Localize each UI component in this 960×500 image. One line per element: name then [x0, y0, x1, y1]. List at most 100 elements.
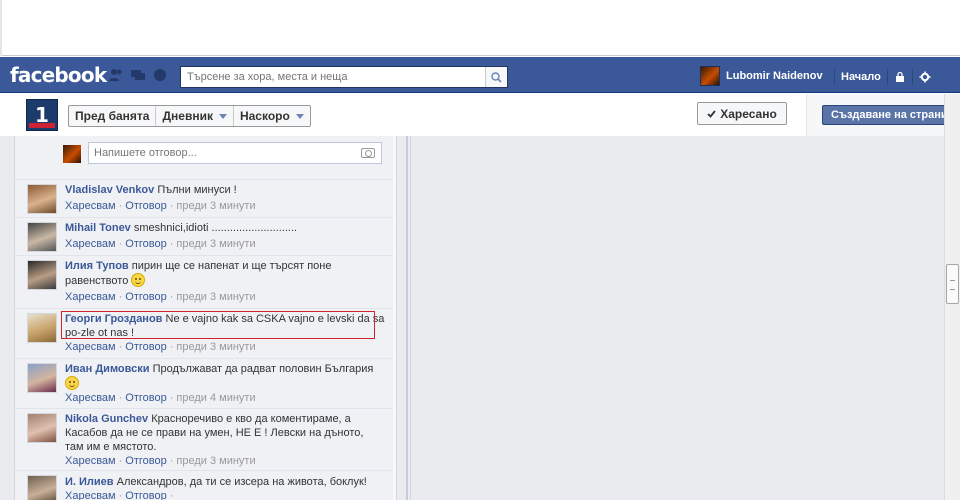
reply-link[interactable]: Отговор [125, 490, 166, 500]
comment-timestamp[interactable]: преди 3 минути [176, 291, 255, 303]
home-link[interactable]: Начало [841, 71, 881, 83]
user-avatar [700, 66, 720, 86]
avatar[interactable] [27, 260, 57, 290]
comment-timestamp[interactable]: преди 3 минути [176, 200, 255, 212]
page-tab-group: Пред банята Дневник Наскоро [68, 105, 311, 127]
comment-body: И. Илиев Александров, да ти се изсера на… [65, 475, 385, 489]
create-page-button[interactable]: Създаване на страница [822, 105, 960, 125]
comment-author[interactable]: И. Илиев [65, 476, 114, 488]
comment-author[interactable]: Nikola Gunchev [65, 413, 148, 425]
comment-author[interactable]: Vladislav Venkov [65, 184, 154, 196]
reply-link[interactable]: Отговор [125, 238, 166, 250]
tab-label: Пред банята [75, 109, 150, 123]
reply-input[interactable]: Напишете отговор... [88, 142, 382, 164]
facebook-logo[interactable]: facebook [10, 63, 107, 87]
like-link[interactable]: Харесвам [65, 490, 116, 500]
chevron-down-icon [218, 113, 227, 119]
avatar[interactable] [27, 413, 57, 443]
search-input[interactable] [181, 67, 485, 87]
page-logo-stripe [29, 123, 55, 128]
smiley-emoticon-icon [65, 376, 79, 390]
comment-meta: Харесвам · Отговор · [65, 490, 174, 500]
comment-meta: Харесвам · Отговор · преди 3 минути [65, 291, 256, 303]
list-item: Mihail Tonev smeshnici,idioti ..........… [15, 217, 393, 255]
search-icon [491, 71, 502, 83]
comment-meta: Харесвам · Отговор · преди 3 минути [65, 455, 256, 467]
comment-timestamp[interactable]: преди 3 минути [176, 238, 255, 250]
like-link[interactable]: Харесвам [65, 455, 116, 467]
avatar[interactable] [27, 222, 57, 252]
settings-gear-icon[interactable] [919, 71, 931, 83]
tab-label: Наскоро [239, 109, 290, 123]
list-item: Vladislav Venkov Пълни минуси ! Харесвам… [15, 179, 393, 217]
timeline-right-column [410, 136, 944, 500]
user-name: Lubomir Naidenov [726, 70, 823, 82]
tab-label: Дневник [162, 109, 213, 123]
reply-link[interactable]: Отговор [125, 291, 166, 303]
friend-requests-icon[interactable] [108, 68, 124, 82]
comment-meta: Харесвам · Отговор · преди 3 минути [65, 200, 256, 212]
camera-icon[interactable] [361, 148, 375, 158]
like-link[interactable]: Харесвам [65, 392, 116, 404]
liked-button[interactable]: Харесано [697, 102, 787, 125]
top-nav: Начало [828, 66, 931, 88]
notifications-globe-icon[interactable] [152, 68, 168, 82]
reply-link[interactable]: Отговор [125, 392, 166, 404]
like-link[interactable]: Харесвам [65, 291, 116, 303]
reply-link[interactable]: Отговор [125, 455, 166, 467]
page-logo[interactable]: 1 [26, 99, 58, 131]
comment-meta: Харесвам · Отговор · преди 4 минути [65, 392, 256, 404]
comment-author[interactable]: Mihail Tonev [65, 222, 131, 234]
window-top-area [0, 0, 960, 56]
comment-timestamp[interactable]: преди 3 минути [176, 341, 255, 353]
messages-icon[interactable] [130, 68, 146, 82]
comment-body: Иван Димовски Продължават да радват поло… [65, 362, 385, 391]
comment-author[interactable]: Иван Димовски [65, 363, 150, 375]
avatar[interactable] [27, 184, 57, 214]
user-profile-link[interactable]: Lubomir Naidenov [700, 66, 823, 86]
timeline-spine [406, 136, 408, 500]
chevron-down-icon [295, 113, 304, 119]
comment-body: Nikola Gunchev Красноречиво е кво да ком… [65, 412, 385, 454]
like-link[interactable]: Харесвам [65, 238, 116, 250]
comment-body: Mihail Tonev smeshnici,idioti ..........… [65, 221, 385, 235]
nav-divider [886, 69, 888, 85]
avatar[interactable] [27, 475, 57, 500]
privacy-lock-icon[interactable] [894, 71, 906, 83]
reply-placeholder: Напишете отговор... [94, 147, 197, 159]
like-link[interactable]: Харесвам [65, 200, 116, 212]
search-button[interactable] [485, 67, 507, 87]
nav-divider [834, 69, 835, 85]
avatar [63, 145, 81, 163]
comment-author[interactable]: Илия Тупов [65, 260, 129, 272]
comment-meta: Харесвам · Отговор · преди 3 минути [65, 341, 256, 353]
tab-timeline[interactable]: Дневник [156, 106, 234, 126]
list-item: Илия Тупов пирин ще се напенат и ще търс… [15, 255, 393, 308]
tab-recent[interactable]: Наскоро [234, 106, 310, 126]
comment-text: smeshnici,idioti .......................… [133, 222, 298, 234]
comment-text: Пълни минуси ! [157, 184, 237, 196]
reply-link[interactable]: Отговор [125, 200, 166, 212]
smiley-emoticon-icon [131, 273, 146, 287]
list-item: И. Илиев Александров, да ти се изсера на… [15, 470, 393, 500]
checkmark-icon [707, 109, 716, 118]
highlight-box [61, 311, 375, 339]
window-edge [0, 0, 2, 56]
comment-meta: Харесвам · Отговор · преди 3 минути [65, 238, 256, 250]
comment-timestamp[interactable]: преди 3 минути [176, 455, 255, 467]
comment-text: Александров, да ти се изсера на живота, … [116, 476, 367, 488]
like-link[interactable]: Харесвам [65, 341, 116, 353]
tab-page-name[interactable]: Пред банята [69, 106, 157, 126]
comment-body: Vladislav Venkov Пълни минуси ! [65, 183, 385, 197]
list-item: Nikola Gunchev Красноречиво е кво да ком… [15, 408, 393, 470]
nav-divider [911, 69, 913, 85]
avatar[interactable] [27, 313, 57, 343]
list-item: Иван Димовски Продължават да радват поло… [15, 358, 393, 411]
reply-link[interactable]: Отговор [125, 341, 166, 353]
comment-timestamp[interactable]: преди 4 минути [176, 392, 255, 404]
avatar[interactable] [27, 363, 57, 393]
search-box[interactable] [180, 66, 508, 88]
notification-jewels [108, 68, 168, 82]
scrollbar-thumb[interactable] [946, 264, 959, 304]
liked-label: Харесано [720, 106, 777, 121]
